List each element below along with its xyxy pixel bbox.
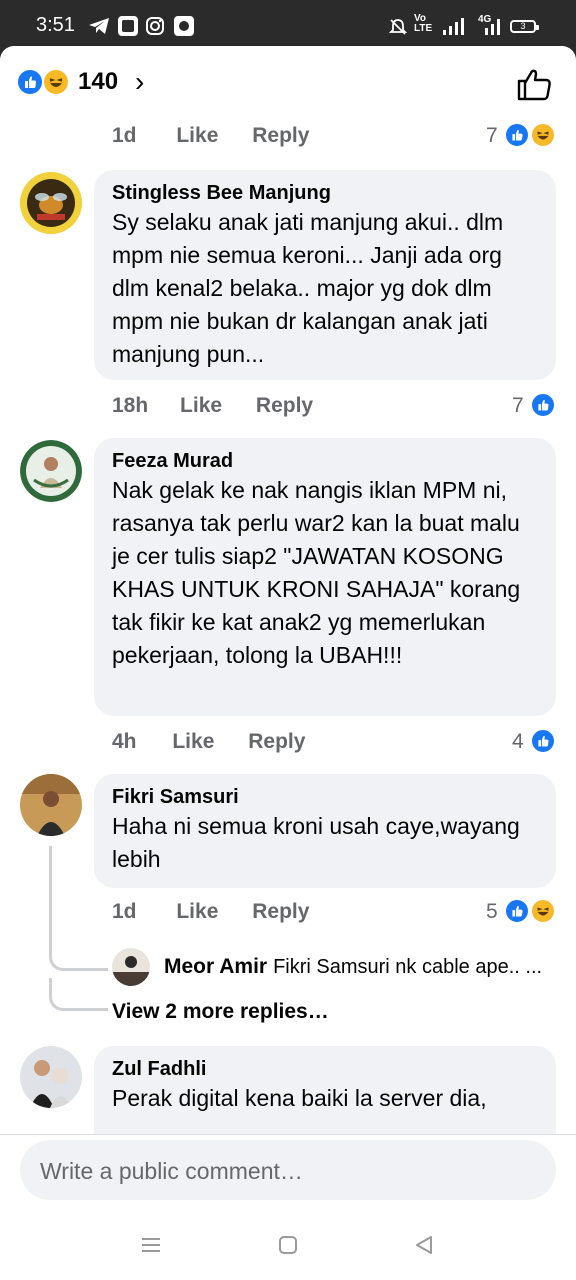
like-reaction-icon[interactable] — [16, 68, 44, 96]
like-post-icon[interactable] — [514, 64, 554, 104]
like-button[interactable]: Like — [176, 124, 218, 147]
home-icon[interactable] — [277, 1234, 299, 1256]
comment-reaction-count[interactable]: 5 — [486, 900, 498, 924]
reply-text: Fikri Samsuri nk cable ape.. ... — [273, 956, 543, 978]
notes-app-icon — [118, 16, 138, 36]
like-reaction-icon — [504, 122, 530, 148]
comment-reaction-count[interactable]: 7 — [512, 394, 524, 418]
reply-button[interactable]: Reply — [252, 124, 309, 147]
comment-bubble[interactable]: Stingless Bee Manjung Sy selaku anak jat… — [94, 170, 556, 380]
thread-connector — [49, 938, 108, 971]
silent-icon — [388, 19, 408, 35]
commenter-name[interactable]: Zul Fadhli — [112, 1056, 538, 1082]
back-icon[interactable] — [413, 1234, 435, 1256]
comment-bubble[interactable]: Fikri Samsuri Haha ni semua kroni usah c… — [94, 774, 556, 888]
comment-actions: 1d Like Reply — [112, 900, 337, 924]
thread-connector — [49, 978, 108, 1011]
chevron-right-icon[interactable]: › — [135, 66, 144, 98]
like-reaction-icon — [530, 728, 556, 754]
comments-sheet: 140 › 1d Like Reply 7 Stingless Bee Manj… — [0, 46, 576, 1280]
signal-icon-2 — [485, 19, 500, 35]
avatar[interactable] — [20, 774, 82, 836]
total-reaction-count[interactable]: 140 — [78, 68, 118, 96]
like-button[interactable]: Like — [172, 730, 214, 753]
view-more-replies-link[interactable]: View 2 more replies… — [112, 1000, 329, 1024]
menu-icon[interactable] — [140, 1234, 162, 1256]
comments-list: 1d Like Reply 7 Stingless Bee Manjung Sy… — [0, 118, 576, 1134]
commenter-name[interactable]: Feeza Murad — [112, 448, 538, 474]
comment-text: Nak gelak ke nak nangis iklan MPM ni, ra… — [112, 477, 521, 668]
like-reaction-icon — [504, 898, 530, 924]
comment-bubble[interactable]: Feeza Murad Nak gelak ke nak nangis ikla… — [94, 438, 556, 716]
comment-text: Perak digital kena baiki la server dia, — [112, 1085, 487, 1111]
comment-text: Sy selaku anak jati manjung akui.. dlm m… — [112, 209, 504, 367]
haha-reaction-icon[interactable] — [42, 68, 70, 96]
avatar[interactable] — [20, 440, 82, 502]
commenter-name[interactable]: Stingless Bee Manjung — [112, 180, 538, 206]
reply-author[interactable]: Meor Amir — [164, 955, 267, 978]
chat-app-icon — [174, 16, 194, 36]
comment-input[interactable] — [38, 1140, 560, 1202]
comment-text: Haha ni semua kroni usah caye,wayang leb… — [112, 813, 520, 872]
signal-icon — [443, 18, 464, 35]
instagram-icon — [146, 17, 164, 35]
haha-reaction-icon — [530, 122, 556, 148]
comment-bubble[interactable]: Zul Fadhli Perak digital kena baiki la s… — [94, 1046, 556, 1134]
avatar[interactable] — [20, 172, 82, 234]
telegram-icon — [89, 18, 109, 34]
comment-time: 1d — [112, 124, 137, 147]
like-reaction-icon — [530, 392, 556, 418]
haha-reaction-icon — [530, 898, 556, 924]
reply-button[interactable]: Reply — [252, 900, 309, 923]
commenter-name[interactable]: Fikri Samsuri — [112, 784, 538, 810]
avatar[interactable] — [20, 1046, 82, 1108]
status-time: 3:51 — [36, 14, 75, 36]
like-button[interactable]: Like — [180, 394, 222, 417]
comment-time: 1d — [112, 900, 137, 923]
composer-divider — [0, 1134, 576, 1135]
comment-reaction-count[interactable]: 4 — [512, 730, 524, 754]
reactions-header: 140 › — [0, 46, 576, 118]
reply-button[interactable]: Reply — [256, 394, 313, 417]
comment-actions: 18h Like Reply — [112, 394, 341, 418]
comment-time: 18h — [112, 394, 149, 417]
status-bar: 3:51 Vo LTE 4G 3 — [0, 0, 576, 46]
volte-icon: Vo LTE — [414, 13, 433, 34]
battery-icon: 3 — [510, 20, 539, 33]
avatar[interactable] — [112, 948, 150, 986]
comment-time: 4h — [112, 730, 137, 753]
comment-actions: 4h Like Reply — [112, 730, 333, 754]
system-nav-bar — [0, 1214, 576, 1280]
comment-actions: 1d Like Reply — [112, 124, 337, 148]
like-button[interactable]: Like — [176, 900, 218, 923]
comment-composer[interactable] — [20, 1140, 560, 1202]
comment-reaction-count[interactable]: 7 — [486, 124, 498, 148]
reply-button[interactable]: Reply — [248, 730, 305, 753]
reply-preview[interactable]: Meor Amir Fikri Samsuri nk cable ape.. ..… — [164, 955, 542, 979]
